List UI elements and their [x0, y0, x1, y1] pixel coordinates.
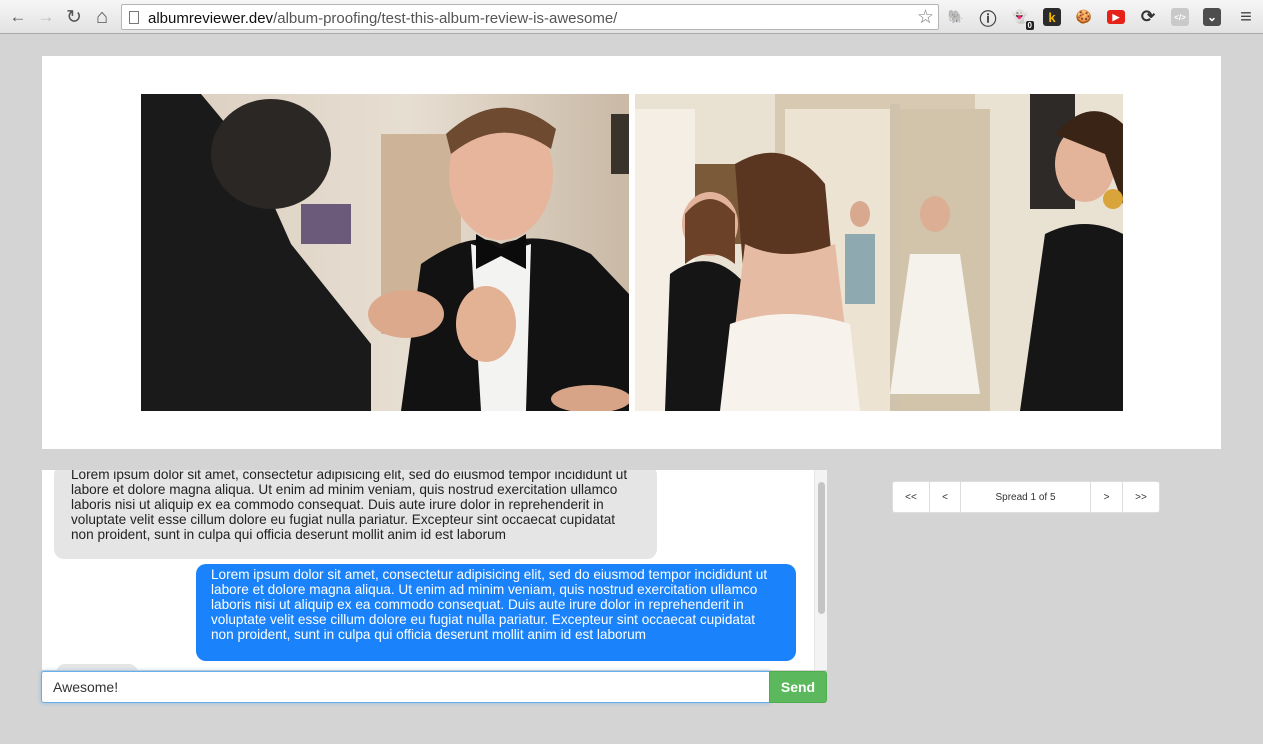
url-path: /album-proofing/test-this-album-review-i…: [273, 10, 618, 27]
next-spread-button[interactable]: >: [1091, 482, 1123, 512]
photo-groom-boutonniere: [141, 94, 629, 411]
evernote-icon[interactable]: 🐘: [947, 8, 965, 26]
message-received: Lorem ipsum dolor sit amet, consectetur …: [54, 470, 657, 559]
home-icon[interactable]: ⌂: [92, 6, 112, 28]
address-bar[interactable]: albumreviewer.dev/album-proofing/test-th…: [121, 4, 939, 30]
onepassword-icon[interactable]: ⓘ: [979, 8, 997, 29]
menu-icon[interactable]: ≡: [1236, 6, 1256, 28]
forward-icon[interactable]: →: [36, 7, 56, 27]
message-received-partial: [56, 664, 138, 670]
sync-icon[interactable]: ⟳: [1139, 7, 1157, 26]
pocket-icon[interactable]: ⌄: [1203, 8, 1221, 26]
url-text[interactable]: albumreviewer.dev/album-proofing/test-th…: [148, 10, 617, 27]
spread-pager: << < Spread 1 of 5 > >>: [892, 481, 1160, 513]
browser-toolbar: ← → ↻ ⌂ albumreviewer.dev/album-proofing…: [0, 0, 1263, 34]
page-icon: [129, 11, 139, 24]
send-button[interactable]: Send: [769, 671, 827, 703]
reload-icon[interactable]: ↻: [64, 7, 84, 28]
first-spread-button[interactable]: <<: [893, 482, 930, 512]
message-sent: Lorem ipsum dolor sit amet, consectetur …: [196, 564, 796, 661]
spread-photo-right[interactable]: [635, 94, 1123, 411]
code-icon[interactable]: </>: [1171, 8, 1189, 26]
ghostery-badge: 0: [1025, 21, 1034, 30]
album-spread: [42, 56, 1221, 449]
chat-scrollbar-thumb[interactable]: [818, 482, 825, 614]
youtube-icon[interactable]: ▶: [1107, 10, 1125, 24]
spread-status: Spread 1 of 5: [961, 482, 1091, 512]
kippt-icon[interactable]: k: [1043, 8, 1061, 26]
ghostery-icon[interactable]: 👻 0: [1011, 8, 1034, 30]
review-chat-panel: Lorem ipsum dolor sit amet, consectetur …: [42, 470, 827, 670]
bookmark-star-icon[interactable]: ☆: [917, 6, 934, 29]
last-spread-button[interactable]: >>: [1123, 482, 1159, 512]
back-icon[interactable]: ←: [8, 7, 28, 27]
photo-bride-getting-ready: [635, 94, 1123, 411]
cookie-icon[interactable]: 🍪: [1075, 8, 1093, 26]
spread-photo-left[interactable]: [141, 94, 629, 411]
chat-scrollbar[interactable]: [814, 470, 827, 670]
previous-spread-button[interactable]: <: [930, 482, 961, 512]
url-host: albumreviewer.dev: [148, 10, 274, 27]
chat-message-input[interactable]: [41, 671, 770, 703]
